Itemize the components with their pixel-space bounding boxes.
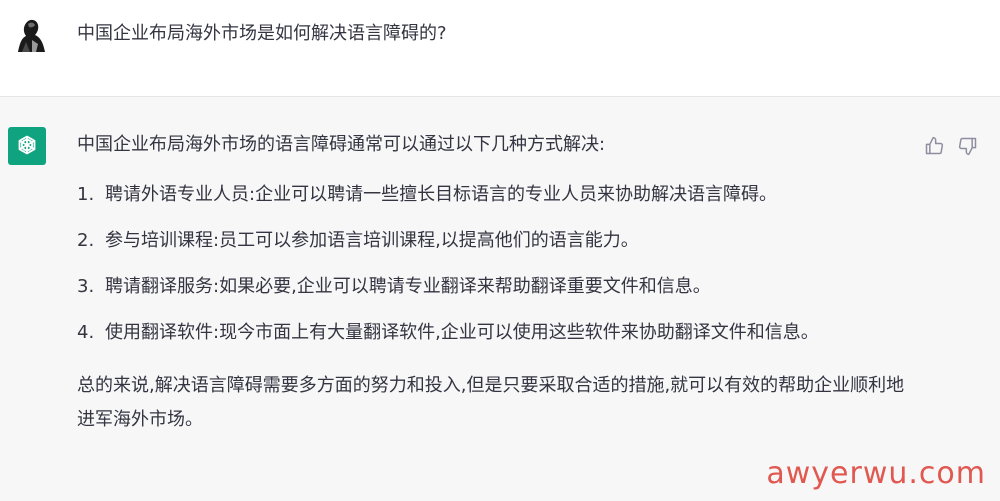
- answer-intro: 中国企业布局海外市场的语言障碍通常可以通过以下几种方式解决:: [77, 134, 606, 155]
- user-avatar: [8, 12, 52, 56]
- watermark: awyerwu.com: [766, 456, 986, 491]
- answer-list: 1. 聘请外语专业人员:企业可以聘请一些擅长目标语言的专业人员来协助解决语言障碍…: [77, 178, 907, 350]
- thumbs-up-button[interactable]: [923, 135, 945, 157]
- list-item-text: 聘请翻译服务:如果必要,企业可以聘请专业翻译来帮助翻译重要文件和信息。: [105, 276, 711, 297]
- list-item-number: 4.: [77, 322, 95, 343]
- list-item-number: 1.: [77, 184, 95, 205]
- list-item-number: 3.: [77, 276, 95, 297]
- list-item-number: 2.: [77, 230, 95, 251]
- assistant-message-row: 中国企业布局海外市场的语言障碍通常可以通过以下几种方式解决: 1. 聘请外语专业…: [0, 97, 1000, 501]
- thumbs-down-icon: [958, 137, 977, 156]
- list-item: 2. 参与培训课程:员工可以参加语言培训课程,以提高他们的语言能力。: [77, 224, 907, 258]
- list-item-text: 聘请外语专业人员:企业可以聘请一些擅长目标语言的专业人员来协助解决语言障碍。: [105, 184, 778, 205]
- answer-summary: 总的来说,解决语言障碍需要多方面的努力和投入,但是只要采取合适的措施,就可以有效…: [77, 375, 905, 430]
- list-item-text: 使用翻译软件:现今市面上有大量翻译软件,企业可以使用这些软件来协助翻译文件和信息…: [105, 322, 819, 343]
- list-item-text: 参与培训课程:员工可以参加语言培训课程,以提高他们的语言能力。: [105, 230, 639, 251]
- user-avatar-image: [8, 12, 52, 56]
- thumbs-up-icon: [925, 136, 944, 155]
- thumbs-down-button[interactable]: [957, 135, 979, 157]
- openai-logo-icon: [8, 127, 46, 165]
- user-message-row: 中国企业布局海外市场是如何解决语言障碍的?: [0, 0, 1000, 97]
- list-item: 3. 聘请翻译服务:如果必要,企业可以聘请专业翻译来帮助翻译重要文件和信息。: [77, 270, 907, 304]
- list-item: 1. 聘请外语专业人员:企业可以聘请一些擅长目标语言的专业人员来协助解决语言障碍…: [77, 178, 907, 212]
- list-item: 4. 使用翻译软件:现今市面上有大量翻译软件,企业可以使用这些软件来协助翻译文件…: [77, 316, 907, 350]
- user-question: 中国企业布局海外市场是如何解决语言障碍的?: [77, 23, 447, 44]
- assistant-answer: 中国企业布局海外市场的语言障碍通常可以通过以下几种方式解决: 1. 聘请外语专业…: [77, 133, 907, 437]
